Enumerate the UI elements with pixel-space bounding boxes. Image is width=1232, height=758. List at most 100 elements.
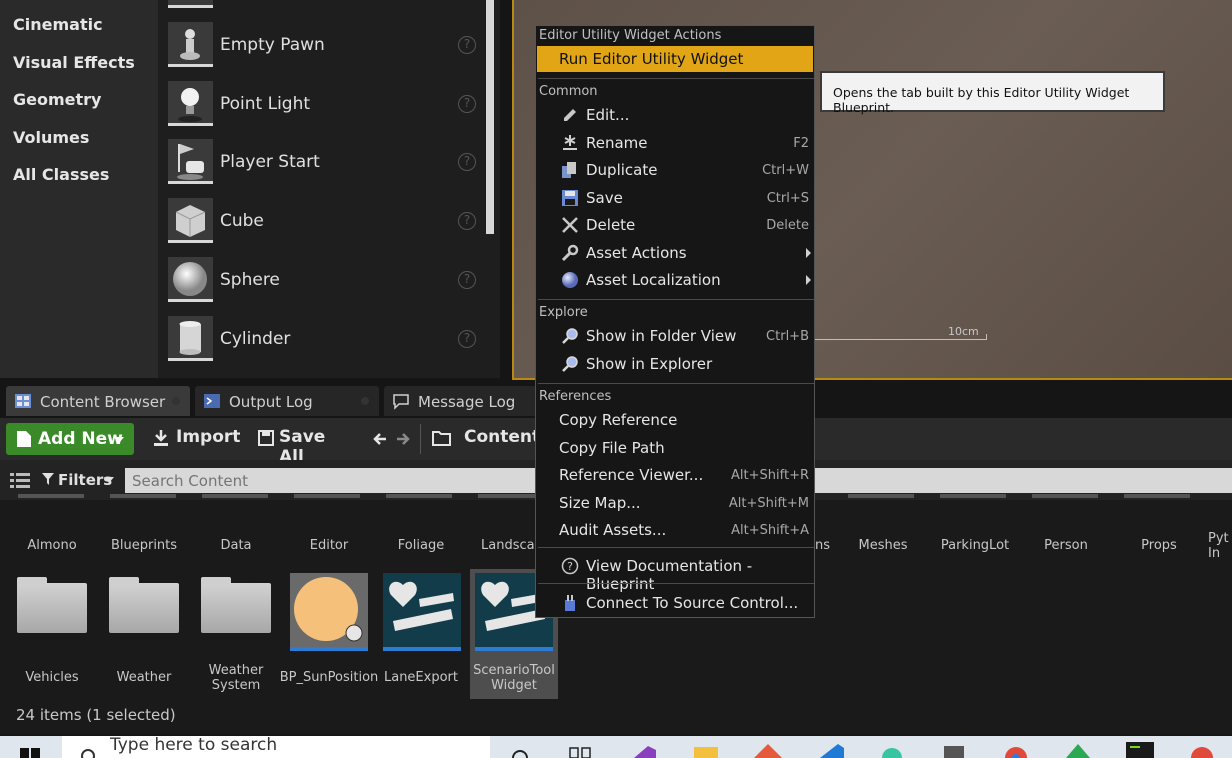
tab-message-log[interactable]: Message Log [384,386,550,416]
tab-output-log[interactable]: Output Log [195,386,379,416]
sources-panel-icon[interactable] [10,472,30,488]
menu-separator [538,547,814,548]
chrome-profile-icon[interactable] [1188,744,1216,758]
folder-props[interactable]: Props [1114,538,1204,553]
audit-assets-item[interactable]: Audit Assets... Alt+Shift+A [537,517,813,543]
close-icon[interactable] [172,397,180,405]
folder-data[interactable]: Data [191,538,281,553]
run-editor-utility-widget-item[interactable]: Run Editor Utility Widget [537,46,813,72]
duplicate-item[interactable]: Duplicate Ctrl+W [537,157,813,183]
forward-arrow-icon[interactable] [395,431,411,447]
menu-item-label: Reference Viewer... [559,466,704,484]
help-icon[interactable]: ? [458,153,476,171]
folder-person[interactable]: Person [1021,538,1111,553]
rename-icon [563,135,577,150]
actor-list-scrollbar[interactable] [486,0,494,234]
show-in-explorer-item[interactable]: Show in Explorer [537,351,813,377]
actor-label: Sphere [220,270,280,290]
folder-weather-system[interactable]: Weather System [191,663,281,693]
asset-actions-item[interactable]: Asset Actions [537,240,813,266]
back-arrow-icon[interactable] [372,431,388,447]
slack-icon[interactable] [878,744,906,758]
delete-item[interactable]: Delete Delete [537,212,813,238]
copy-reference-item[interactable]: Copy Reference [537,407,813,433]
chrome-icon[interactable] [1002,744,1030,758]
blueprint-thumbnail[interactable] [290,573,368,651]
menu-item-label: Show in Explorer [586,355,713,373]
new-file-icon [17,431,31,447]
svg-text:?: ? [567,560,573,573]
taskbar-search-text: Type here to search [110,735,278,755]
size-map-item[interactable]: Size Map... Alt+Shift+M [537,490,813,516]
actor-list: Empty Pawn ? Point Light ? Player Start … [158,0,500,378]
taskbar-search[interactable]: Type here to search [62,735,490,758]
menu-section-header: Common [539,84,598,99]
folder-weather[interactable]: Weather [99,670,189,685]
actor-label: Cylinder [220,329,291,349]
folder-landscape[interactable]: Landscap [467,538,543,553]
add-new-button[interactable]: Add New [6,423,134,455]
git-icon[interactable] [754,744,782,758]
windows-start-icon[interactable] [20,748,40,758]
vscode-icon[interactable] [816,744,844,758]
import-label: Import [176,427,241,447]
database-icon[interactable] [940,744,968,758]
category-cinematic[interactable]: Cinematic [13,15,103,34]
task-view-icon[interactable] [568,746,592,758]
help-icon[interactable]: ? [458,271,476,289]
cortana-icon[interactable] [510,748,530,758]
asset-bp-sunposition[interactable]: BP_SunPosition [279,670,379,685]
folder-vehicles[interactable]: Vehicles [7,670,97,685]
folder-almono[interactable]: Almono [7,538,97,553]
help-icon[interactable]: ? [458,95,476,113]
save-item[interactable]: Save Ctrl+S [537,185,813,211]
pycharm-icon[interactable] [1126,742,1154,758]
help-icon[interactable]: ? [458,36,476,54]
folder-icon[interactable] [17,577,87,633]
menu-item-label: Copy Reference [559,411,678,429]
tab-content-browser[interactable]: Content Browser [6,386,190,416]
menu-item-label: Save [586,189,623,207]
file-explorer-icon[interactable] [692,745,720,758]
folder-partial[interactable]: ns [815,538,830,553]
category-geometry[interactable]: Geometry [13,90,101,109]
help-icon[interactable]: ? [458,212,476,230]
category-volumes[interactable]: Volumes [13,128,89,147]
import-button[interactable]: Import [150,418,240,460]
copy-file-path-item[interactable]: Copy File Path [537,435,813,461]
category-all-classes[interactable]: All Classes [13,165,109,184]
rename-item[interactable]: Rename F2 [537,130,813,156]
menu-item-label: View Documentation - Blueprint [586,557,753,593]
asset-laneexport[interactable]: LaneExport [376,670,466,685]
folder-icon[interactable] [201,577,271,633]
edit-item[interactable]: Edit... [537,102,813,128]
light-bulb-icon [168,81,213,126]
menu-item-label: Asset Localization [586,271,721,289]
save-all-button[interactable]: Save All [256,418,348,467]
folder-foliage[interactable]: Foliage [376,538,466,553]
connect-source-control-item[interactable]: Connect To Source Control... [537,590,813,616]
sourcetree-icon[interactable] [1064,744,1092,758]
widget-thumbnail[interactable] [383,573,461,651]
folder-meshes[interactable]: Meshes [838,538,928,553]
folder-icon[interactable] [109,577,179,633]
folder-parkinglot[interactable]: ParkingLot [930,538,1020,553]
help-icon[interactable]: ? [458,330,476,348]
folder-editor[interactable]: Editor [284,538,374,553]
delete-icon [562,217,578,233]
menu-item-shortcut: Alt+Shift+M [728,496,809,511]
view-documentation-item[interactable]: ? View Documentation - Blueprint [537,553,813,593]
category-visual-effects[interactable]: Visual Effects [13,53,135,72]
close-icon[interactable] [361,397,369,405]
actor-label: Cube [220,211,264,231]
asset-scenariotoolwidget[interactable]: ScenarioTool Widget [469,663,559,693]
folder-python[interactable]: Pyt In [1208,531,1232,561]
show-in-folder-view-item[interactable]: Show in Folder View Ctrl+B [537,323,813,349]
path-content[interactable]: Content [464,427,540,447]
asset-localization-item[interactable]: Asset Localization [537,267,813,293]
folder-blueprints[interactable]: Blueprints [99,538,189,553]
search-icon [81,749,95,758]
visual-studio-icon[interactable] [630,744,658,758]
reference-viewer-item[interactable]: Reference Viewer... Alt+Shift+R [537,462,813,488]
filters-button[interactable]: Filters [42,468,118,492]
